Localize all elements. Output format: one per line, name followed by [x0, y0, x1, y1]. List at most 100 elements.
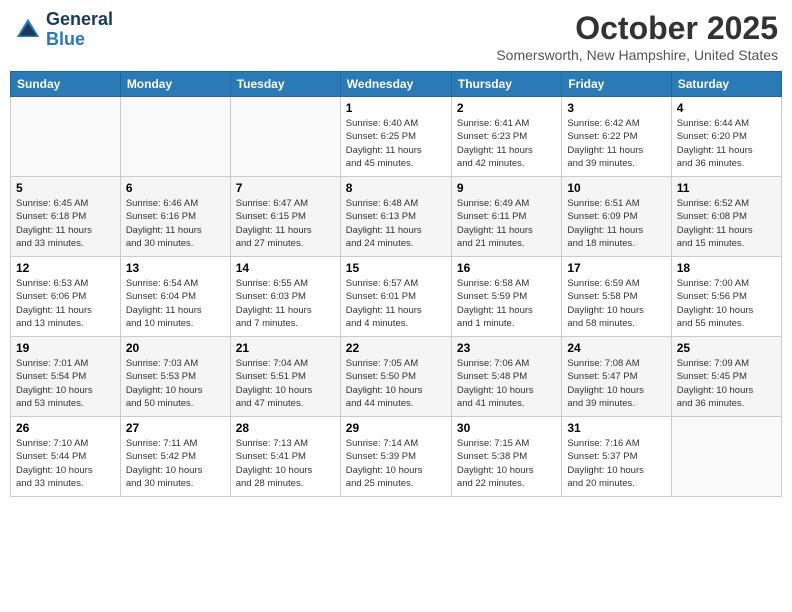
calendar-cell: 8 Sunrise: 6:48 AM Sunset: 6:13 PM Daylig… — [340, 177, 451, 257]
calendar-header: SundayMondayTuesdayWednesdayThursdayFrid… — [11, 72, 782, 97]
calendar-body: 1Sunrise: 6:40 AM Sunset: 6:25 PM Daylig… — [11, 97, 782, 497]
weekday-header-tuesday: Tuesday — [230, 72, 340, 97]
day-info: Sunrise: 7:00 AM Sunset: 5:56 PM Dayligh… — [677, 277, 776, 330]
calendar-cell: 15Sunrise: 6:57 AM Sunset: 6:01 PM Dayli… — [340, 257, 451, 337]
day-info: Sunrise: 6:59 AM Sunset: 5:58 PM Dayligh… — [567, 277, 665, 330]
weekday-header-thursday: Thursday — [451, 72, 561, 97]
day-number: 13 — [126, 261, 225, 275]
day-number: 11 — [677, 181, 776, 195]
day-info: Sunrise: 6:55 AM Sunset: 6:03 PM Dayligh… — [236, 277, 335, 330]
calendar-cell: 26 Sunrise: 7:10 AM Sunset: 5:44 PM Dayli… — [11, 417, 121, 497]
day-number: 6 — [126, 181, 225, 195]
day-info: Sunrise: 7:11 AM Sunset: 5:42 PM Dayligh… — [126, 437, 225, 490]
day-info: Sunrise: 7:16 AM Sunset: 5:37 PM Dayligh… — [567, 437, 665, 490]
day-info: Sunrise: 6:42 AM Sunset: 6:22 PM Dayligh… — [567, 117, 665, 170]
day-info: Sunrise: 6:45 AM Sunset: 6:18 PM Dayligh… — [16, 197, 115, 250]
day-info: Sunrise: 7:09 AM Sunset: 5:45 PM Dayligh… — [677, 357, 776, 410]
calendar-cell — [671, 417, 781, 497]
day-info: Sunrise: 7:08 AM Sunset: 5:47 PM Dayligh… — [567, 357, 665, 410]
day-info: Sunrise: 6:51 AM Sunset: 6:09 PM Dayligh… — [567, 197, 665, 250]
calendar-cell: 14 Sunrise: 6:55 AM Sunset: 6:03 PM Dayli… — [230, 257, 340, 337]
day-number: 29 — [346, 421, 446, 435]
day-info: Sunrise: 7:01 AM Sunset: 5:54 PM Dayligh… — [16, 357, 115, 410]
day-number: 4 — [677, 101, 776, 115]
day-info: Sunrise: 6:46 AM Sunset: 6:16 PM Dayligh… — [126, 197, 225, 250]
calendar-cell — [120, 97, 230, 177]
weekday-header-row: SundayMondayTuesdayWednesdayThursdayFrid… — [11, 72, 782, 97]
day-number: 7 — [236, 181, 335, 195]
day-number: 5 — [16, 181, 115, 195]
day-number: 26 — [16, 421, 115, 435]
day-info: Sunrise: 6:52 AM Sunset: 6:08 PM Dayligh… — [677, 197, 776, 250]
calendar-cell: 25 Sunrise: 7:09 AM Sunset: 5:45 PM Dayli… — [671, 337, 781, 417]
day-number: 17 — [567, 261, 665, 275]
day-info: Sunrise: 6:53 AM Sunset: 6:06 PM Dayligh… — [16, 277, 115, 330]
calendar-week-2: 5 Sunrise: 6:45 AM Sunset: 6:18 PM Daylig… — [11, 177, 782, 257]
calendar-table: SundayMondayTuesdayWednesdayThursdayFrid… — [10, 71, 782, 497]
calendar-cell: 24Sunrise: 7:08 AM Sunset: 5:47 PM Dayli… — [562, 337, 671, 417]
day-number: 19 — [16, 341, 115, 355]
day-info: Sunrise: 7:13 AM Sunset: 5:41 PM Dayligh… — [236, 437, 335, 490]
calendar-cell: 5 Sunrise: 6:45 AM Sunset: 6:18 PM Daylig… — [11, 177, 121, 257]
calendar-cell: 19 Sunrise: 7:01 AM Sunset: 5:54 PM Dayli… — [11, 337, 121, 417]
day-number: 8 — [346, 181, 446, 195]
day-info: Sunrise: 7:05 AM Sunset: 5:50 PM Dayligh… — [346, 357, 446, 410]
day-number: 18 — [677, 261, 776, 275]
calendar-cell: 12Sunrise: 6:53 AM Sunset: 6:06 PM Dayli… — [11, 257, 121, 337]
calendar-cell: 27 Sunrise: 7:11 AM Sunset: 5:42 PM Dayli… — [120, 417, 230, 497]
calendar-cell: 31Sunrise: 7:16 AM Sunset: 5:37 PM Dayli… — [562, 417, 671, 497]
day-info: Sunrise: 7:15 AM Sunset: 5:38 PM Dayligh… — [457, 437, 556, 490]
calendar-cell — [230, 97, 340, 177]
logo-text: General Blue — [46, 10, 113, 50]
day-info: Sunrise: 7:14 AM Sunset: 5:39 PM Dayligh… — [346, 437, 446, 490]
calendar-cell: 17 Sunrise: 6:59 AM Sunset: 5:58 PM Dayli… — [562, 257, 671, 337]
calendar-cell: 7 Sunrise: 6:47 AM Sunset: 6:15 PM Daylig… — [230, 177, 340, 257]
calendar-cell: 1Sunrise: 6:40 AM Sunset: 6:25 PM Daylig… — [340, 97, 451, 177]
day-number: 25 — [677, 341, 776, 355]
calendar-cell: 10 Sunrise: 6:51 AM Sunset: 6:09 PM Dayli… — [562, 177, 671, 257]
calendar-cell: 20 Sunrise: 7:03 AM Sunset: 5:53 PM Dayli… — [120, 337, 230, 417]
calendar-week-4: 19 Sunrise: 7:01 AM Sunset: 5:54 PM Dayli… — [11, 337, 782, 417]
calendar-cell: 4 Sunrise: 6:44 AM Sunset: 6:20 PM Daylig… — [671, 97, 781, 177]
day-number: 20 — [126, 341, 225, 355]
day-info: Sunrise: 7:04 AM Sunset: 5:51 PM Dayligh… — [236, 357, 335, 410]
day-info: Sunrise: 6:49 AM Sunset: 6:11 PM Dayligh… — [457, 197, 556, 250]
logo-icon — [14, 16, 42, 44]
day-info: Sunrise: 7:10 AM Sunset: 5:44 PM Dayligh… — [16, 437, 115, 490]
calendar-week-5: 26 Sunrise: 7:10 AM Sunset: 5:44 PM Dayli… — [11, 417, 782, 497]
calendar-cell: 28 Sunrise: 7:13 AM Sunset: 5:41 PM Dayli… — [230, 417, 340, 497]
day-number: 28 — [236, 421, 335, 435]
day-number: 1 — [346, 101, 446, 115]
calendar-cell: 16Sunrise: 6:58 AM Sunset: 5:59 PM Dayli… — [451, 257, 561, 337]
calendar-cell: 11 Sunrise: 6:52 AM Sunset: 6:08 PM Dayli… — [671, 177, 781, 257]
day-number: 23 — [457, 341, 556, 355]
logo: General Blue — [14, 10, 113, 50]
month-title: October 2025 — [496, 10, 778, 47]
day-info: Sunrise: 6:41 AM Sunset: 6:23 PM Dayligh… — [457, 117, 556, 170]
day-info: Sunrise: 6:48 AM Sunset: 6:13 PM Dayligh… — [346, 197, 446, 250]
weekday-header-friday: Friday — [562, 72, 671, 97]
calendar-week-1: 1Sunrise: 6:40 AM Sunset: 6:25 PM Daylig… — [11, 97, 782, 177]
weekday-header-saturday: Saturday — [671, 72, 781, 97]
logo-line1: General — [46, 10, 113, 30]
day-number: 14 — [236, 261, 335, 275]
day-number: 10 — [567, 181, 665, 195]
day-info: Sunrise: 6:47 AM Sunset: 6:15 PM Dayligh… — [236, 197, 335, 250]
calendar-cell: 9Sunrise: 6:49 AM Sunset: 6:11 PM Daylig… — [451, 177, 561, 257]
calendar-cell: 13 Sunrise: 6:54 AM Sunset: 6:04 PM Dayli… — [120, 257, 230, 337]
day-number: 2 — [457, 101, 556, 115]
day-info: Sunrise: 7:03 AM Sunset: 5:53 PM Dayligh… — [126, 357, 225, 410]
calendar-cell: 21Sunrise: 7:04 AM Sunset: 5:51 PM Dayli… — [230, 337, 340, 417]
day-number: 22 — [346, 341, 446, 355]
weekday-header-monday: Monday — [120, 72, 230, 97]
calendar-cell: 6 Sunrise: 6:46 AM Sunset: 6:16 PM Daylig… — [120, 177, 230, 257]
calendar-cell: 3 Sunrise: 6:42 AM Sunset: 6:22 PM Daylig… — [562, 97, 671, 177]
day-number: 16 — [457, 261, 556, 275]
calendar-cell: 18 Sunrise: 7:00 AM Sunset: 5:56 PM Dayli… — [671, 257, 781, 337]
day-number: 27 — [126, 421, 225, 435]
day-info: Sunrise: 6:44 AM Sunset: 6:20 PM Dayligh… — [677, 117, 776, 170]
page-header: General Blue October 2025 Somersworth, N… — [10, 10, 782, 63]
day-number: 3 — [567, 101, 665, 115]
day-info: Sunrise: 6:54 AM Sunset: 6:04 PM Dayligh… — [126, 277, 225, 330]
day-number: 15 — [346, 261, 446, 275]
